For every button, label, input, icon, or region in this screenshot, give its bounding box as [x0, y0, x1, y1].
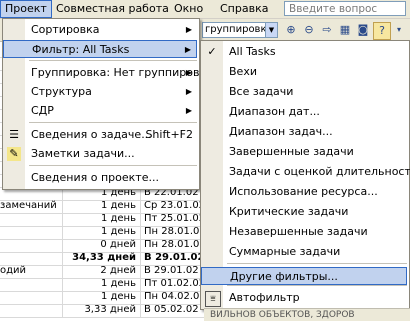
filter-menu-item[interactable]: Суммарные задачи [201, 243, 407, 261]
task-notes-icon: ✎ [7, 147, 21, 161]
goto-task-icon[interactable]: ⇨ [319, 22, 335, 38]
group-by-value: группировки [205, 24, 273, 35]
autofilter-icon: ⩸ [205, 291, 221, 307]
project-menu-item[interactable]: Фильтр: All Tasks ▶ [3, 40, 197, 58]
menu-item-shortcut: Shift+F2 [145, 128, 193, 141]
menu-item-label: Сведения о задаче... [31, 128, 152, 141]
filter-menu-item[interactable]: Диапазон дат... [201, 103, 407, 121]
project-menu-item[interactable]: Структура ▶ [3, 83, 197, 101]
submenu-arrow-icon: ▶ [185, 25, 192, 34]
menu-separator [29, 165, 197, 166]
camera-icon[interactable]: ◙ [355, 22, 371, 38]
group-by-combo[interactable]: группировки ▼ [202, 22, 278, 38]
project-menu-item[interactable]: ☰ Сведения о задаче... Shift+F2 [3, 126, 197, 144]
menu-item-label: СДР [31, 104, 54, 117]
menu-window[interactable]: Окно [170, 1, 207, 17]
menu-item-label: Фильтр: All Tasks [32, 43, 130, 56]
menu-separator [227, 263, 407, 264]
menu-separator [29, 60, 197, 61]
menu-item-label: Автофильтр [229, 291, 300, 304]
filter-menu-item[interactable]: Вехи [201, 63, 407, 81]
help-icon[interactable]: ? [373, 22, 391, 40]
submenu-arrow-icon: ▶ [185, 68, 192, 77]
filter-menu-item[interactable]: Все задачи [201, 83, 407, 101]
menu-separator [29, 122, 197, 123]
zoom-out-icon[interactable]: ⊖ [301, 22, 317, 38]
submenu-arrow-icon: ▶ [185, 106, 192, 115]
submenu-arrow-icon: ▶ [185, 87, 192, 96]
duration-cell: 3,33 дней [62, 302, 140, 317]
project-menu-item[interactable]: Сортировка ▶ [3, 21, 197, 39]
filter-submenu: ✓ All Tasks Вехи Все задачи Диапазон дат... Д… [200, 40, 410, 310]
filter-menu-item[interactable]: ⩸ Автофильтр [201, 289, 407, 307]
menu-item-label: Диапазон задач... [229, 125, 333, 138]
zoom-in-icon[interactable]: ⊕ [283, 22, 299, 38]
menu-item-label: Критические задачи [229, 205, 349, 218]
filter-menu-item[interactable]: Незавершенные задачи [201, 223, 407, 241]
menu-item-label: Завершенные задачи [229, 145, 354, 158]
menu-item-label: Суммарные задачи [229, 245, 341, 258]
check-icon: ✓ [207, 45, 217, 58]
filter-menu-item[interactable]: Задачи с оценкой длительности [201, 163, 410, 181]
task-info-icon: ☰ [9, 128, 19, 141]
menu-item-label: Сведения о проекте... [31, 171, 159, 184]
filter-menu-item[interactable]: Другие фильтры... [201, 267, 407, 285]
project-menu: Сортировка ▶ Фильтр: All Tasks ▶ Группировка… [2, 18, 213, 190]
menu-item-label: Вехи [229, 65, 257, 78]
project-menu-item[interactable]: СДР ▶ [3, 102, 197, 120]
project-menu-item[interactable]: ✎ Заметки задачи... [3, 145, 197, 163]
filter-menu-item[interactable]: Диапазон задач... [201, 123, 407, 141]
chevron-down-icon[interactable]: ▼ [265, 23, 277, 37]
menu-item-label: Задачи с оценкой длительности [229, 165, 410, 178]
project-menu-item[interactable]: Группировка: Нет группировки ▶ [3, 64, 213, 82]
menu-item-label: Использование ресурса... [229, 185, 378, 198]
menu-item-label: Заметки задачи... [31, 147, 135, 160]
filter-menu-item[interactable]: ✓ All Tasks [201, 43, 407, 61]
menu-item-label: Все задачи [229, 85, 294, 98]
menu-project[interactable]: Проект [0, 0, 52, 18]
menu-item-label: Структура [31, 85, 92, 98]
copy-picture-icon[interactable]: ▦ [337, 22, 353, 38]
ask-question-input[interactable]: Введите вопрос [284, 1, 406, 16]
filter-menu-item[interactable]: Критические задачи [201, 203, 407, 221]
menu-item-label: All Tasks [229, 45, 276, 58]
menu-item-label: Диапазон дат... [229, 105, 320, 118]
menu-item-label: Другие фильтры... [230, 270, 338, 283]
status-bar: ВИЛЬНОВ ОБЪЕКТОВ, ЗДОРОВ [204, 308, 410, 321]
filter-menu-item[interactable]: Завершенные задачи [201, 143, 407, 161]
menu-item-label: Сортировка [31, 23, 100, 36]
menu-item-label: Незавершенные задачи [229, 225, 368, 238]
menubar: Проект Совместная работа Окно Справка Вв… [0, 0, 410, 19]
submenu-arrow-icon: ▶ [184, 45, 191, 54]
menu-collaborate[interactable]: Совместная работа [52, 1, 173, 17]
start-date-cell: В 05.02.02 [140, 302, 202, 317]
task-name-cell [0, 302, 62, 317]
filter-menu-item[interactable]: Использование ресурса... [201, 183, 407, 201]
toolbar-options-icon[interactable]: ▾ [391, 22, 407, 38]
menu-help[interactable]: Справка [216, 1, 272, 17]
project-menu-item[interactable]: Сведения о проекте... [3, 169, 197, 187]
